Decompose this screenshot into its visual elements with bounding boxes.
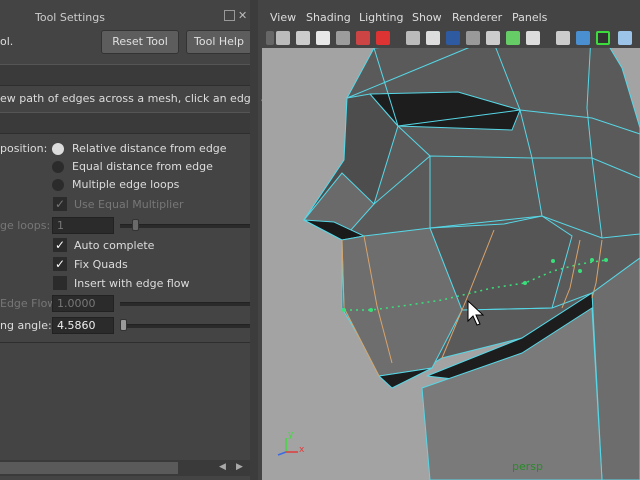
auto-complete-checkbox[interactable]: ✓ (53, 238, 67, 252)
edge-loops-field[interactable]: 1 (52, 217, 114, 234)
use-equal-multiplier-label: Use Equal Multiplier (74, 198, 184, 211)
auto-complete-label: Auto complete (74, 239, 155, 252)
angle-slider-thumb[interactable] (120, 319, 127, 331)
float-panel-icon[interactable] (224, 10, 235, 21)
panel-divider (0, 342, 250, 343)
scrollbar-thumb[interactable] (0, 462, 178, 474)
panel-title: Tool Settings (35, 11, 105, 24)
viewport-toolbar (262, 28, 640, 48)
reset-tool-button[interactable]: Reset Tool (101, 30, 179, 54)
default-material-icon[interactable] (446, 31, 460, 45)
tool-settings-panel: Tool Settings ✕ ol. Reset Tool Tool Help… (0, 0, 292, 480)
resolution-gate-icon[interactable] (376, 31, 390, 45)
menu-panels[interactable]: Panels (512, 11, 547, 24)
film-gate-icon[interactable] (356, 31, 370, 45)
menu-renderer[interactable]: Renderer (452, 11, 502, 24)
settings-section-header[interactable] (0, 112, 250, 134)
insert-edge-flow-checkbox[interactable] (53, 276, 67, 290)
shadows-icon[interactable] (526, 31, 540, 45)
xray-icon[interactable] (466, 31, 480, 45)
insert-edge-flow-label: Insert with edge flow (74, 277, 190, 290)
edge-loops-slider-thumb[interactable] (132, 219, 139, 231)
edge-flow-label: Edge Flow (0, 297, 57, 310)
wireframe-icon[interactable] (406, 31, 420, 45)
axis-x-label: x (299, 445, 305, 455)
edge-flow-slider-track[interactable] (120, 302, 250, 306)
camera-label: persp (512, 460, 543, 473)
scroll-left-icon[interactable]: ◀ (219, 462, 226, 472)
xray-active-icon[interactable] (596, 31, 610, 45)
lights-icon[interactable] (506, 31, 520, 45)
camera-select-icon[interactable] (266, 31, 274, 45)
tool-name: ol. (0, 35, 14, 48)
section-header[interactable] (0, 64, 250, 86)
angle-field[interactable]: 4.5860 (52, 317, 114, 334)
help-text: ew path of edges across a mesh, click an… (0, 92, 293, 105)
image-plane-icon[interactable] (316, 31, 330, 45)
tool-settings-titlebar: Tool Settings ✕ (0, 8, 250, 26)
xray-joints-icon[interactable] (576, 31, 590, 45)
3d-viewport[interactable]: y x persp (262, 8, 640, 480)
head-mesh (302, 17, 640, 480)
position-label: position: (0, 142, 48, 155)
menu-show[interactable]: Show (412, 11, 442, 24)
camera-attributes-icon[interactable] (276, 31, 290, 45)
edge-loops-slider-track[interactable] (120, 224, 250, 228)
radio-equal-label: Equal distance from edge (72, 160, 213, 173)
bookmarks-icon[interactable] (296, 31, 310, 45)
horizontal-scrollbar[interactable]: ◀ ▶ (0, 460, 250, 476)
radio-multiple-loops[interactable] (52, 179, 64, 191)
viewport-menubar: View Shading Lighting Show Renderer Pane… (262, 8, 640, 28)
panel-splitter[interactable] (250, 0, 258, 480)
smooth-shade-icon[interactable] (426, 31, 440, 45)
radio-relative-label: Relative distance from edge (72, 142, 227, 155)
scroll-right-icon[interactable]: ▶ (236, 462, 243, 472)
radio-equal-distance[interactable] (52, 161, 64, 173)
menu-shading[interactable]: Shading (306, 11, 351, 24)
angle-label: ng angle: (0, 319, 52, 332)
menu-view[interactable]: View (270, 11, 296, 24)
radio-relative-distance[interactable] (52, 143, 64, 155)
angle-slider-track[interactable] (120, 324, 250, 328)
grid-icon[interactable] (336, 31, 350, 45)
tool-help-button[interactable]: Tool Help (186, 30, 252, 54)
edge-loops-label: ge loops: (0, 219, 51, 232)
fix-quads-label: Fix Quads (74, 258, 128, 271)
radio-multiple-label: Multiple edge loops (72, 178, 180, 191)
menu-lighting[interactable]: Lighting (359, 11, 403, 24)
textured-icon[interactable] (486, 31, 500, 45)
frame-all-icon[interactable] (618, 31, 632, 45)
fix-quads-checkbox[interactable]: ✓ (53, 257, 67, 271)
edge-flow-field[interactable]: 1.0000 (52, 295, 114, 312)
isolate-select-icon[interactable] (556, 31, 570, 45)
axis-y-label: y (288, 430, 294, 440)
use-equal-multiplier-checkbox[interactable]: ✓ (53, 197, 67, 211)
close-panel-icon[interactable]: ✕ (238, 10, 249, 21)
axis-indicator: y x (274, 430, 305, 458)
